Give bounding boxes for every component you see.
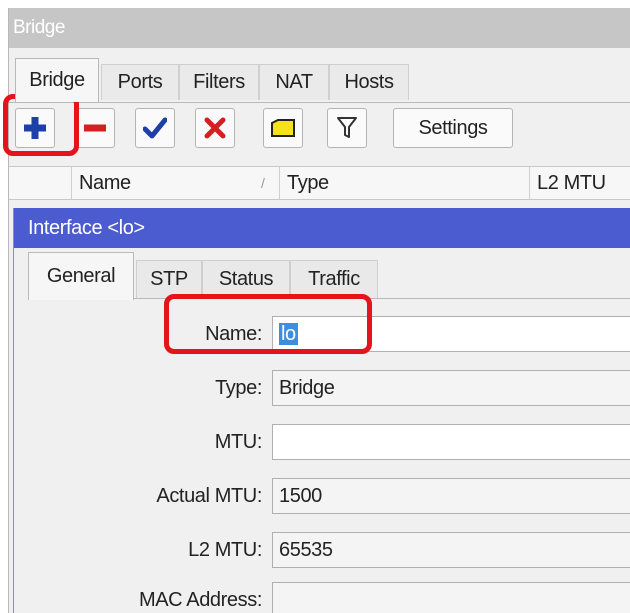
column-separator — [71, 167, 72, 199]
add-button[interactable] — [15, 108, 55, 148]
bridge-window: Bridge Bridge Ports Filters NAT Hosts Se… — [8, 8, 630, 613]
mtu-field[interactable] — [272, 424, 630, 460]
tab-nat[interactable]: NAT — [259, 64, 329, 100]
column-l2-mtu[interactable]: L2 MTU — [537, 167, 606, 199]
filter-button[interactable] — [327, 108, 367, 148]
tab-filters[interactable]: Filters — [179, 64, 259, 100]
dialog-tab-divider — [134, 298, 630, 299]
name-value: lo — [279, 323, 298, 345]
disable-button[interactable] — [195, 108, 235, 148]
column-name[interactable]: Name — [79, 167, 131, 199]
tab-stp[interactable]: STP — [136, 260, 202, 298]
l2-mtu-field: 65535 — [272, 532, 630, 568]
actual-mtu-field: 1500 — [272, 478, 630, 514]
dialog-title: Interface <lo> — [14, 208, 630, 248]
name-field[interactable]: lo — [272, 316, 630, 352]
column-separator — [279, 167, 280, 199]
tab-ports[interactable]: Ports — [101, 64, 179, 100]
dialog-tabs: General STP Status Traffic — [14, 250, 630, 300]
remove-button[interactable] — [75, 108, 115, 148]
filter-icon — [337, 117, 357, 138]
type-field: Bridge — [272, 370, 630, 406]
mtu-label: MTU: — [214, 431, 263, 453]
check-icon — [143, 117, 167, 139]
interface-dialog: Interface <lo> General STP Status Traffi… — [13, 208, 630, 613]
main-tabs: Bridge Ports Filters NAT Hosts — [9, 56, 630, 104]
enable-button[interactable] — [135, 108, 175, 148]
tab-hosts[interactable]: Hosts — [329, 64, 409, 100]
minus-icon — [84, 124, 106, 132]
column-type[interactable]: Type — [287, 167, 329, 199]
tab-status[interactable]: Status — [202, 260, 290, 298]
tab-traffic[interactable]: Traffic — [290, 260, 378, 298]
table-header: Name / Type L2 MTU — [9, 166, 630, 200]
sort-indicator: / — [261, 175, 265, 191]
actual-mtu-label: Actual MTU: — [156, 485, 262, 507]
settings-button[interactable]: Settings — [393, 108, 513, 148]
type-label: Type: — [215, 377, 262, 399]
tab-divider — [9, 102, 630, 103]
l2-mtu-label: L2 MTU: — [188, 539, 262, 561]
note-icon — [271, 119, 295, 137]
plus-icon — [24, 117, 46, 139]
x-icon — [204, 117, 226, 139]
tab-general[interactable]: General — [28, 252, 134, 300]
comment-button[interactable] — [263, 108, 303, 148]
mac-address-field — [272, 582, 630, 613]
column-separator — [529, 167, 530, 199]
mac-address-label: MAC Address: — [138, 589, 262, 611]
window-title: Bridge — [9, 8, 630, 48]
name-label: Name: — [205, 323, 262, 345]
tab-bridge[interactable]: Bridge — [15, 58, 99, 102]
